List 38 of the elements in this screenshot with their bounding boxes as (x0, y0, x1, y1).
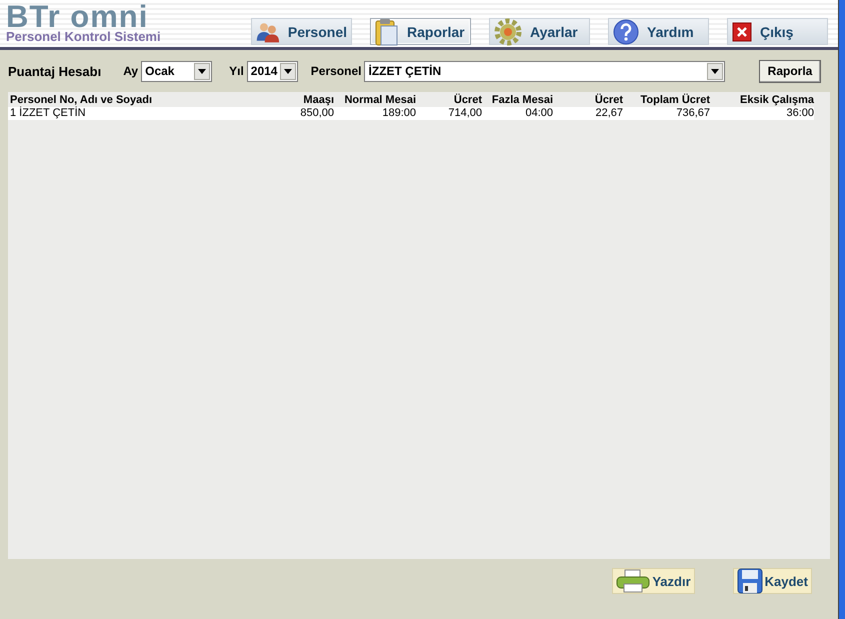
table-cell-text: 22,67 (594, 107, 623, 120)
column-header: Ücret (452, 94, 482, 107)
nav-tab[interactable]: Raporlar (370, 18, 471, 45)
month-dropdown[interactable]: Ocak (141, 60, 212, 82)
nav-tab[interactable]: Ayarlar (489, 18, 590, 45)
close-icon (732, 22, 752, 42)
column-header: Eksik Çalışma (739, 94, 814, 107)
column-header: Toplam Ücret (640, 94, 710, 107)
column-header: Ücret (594, 94, 623, 107)
clipboard-icon (375, 18, 399, 46)
year-dropdown[interactable]: 2014 (246, 60, 298, 82)
personnel-label: Personel (310, 64, 362, 78)
month-label: Ay (123, 64, 138, 78)
column-header: Fazla Mesai (490, 94, 553, 107)
help-icon (613, 18, 639, 44)
table-cell-text: 850,00 (299, 107, 334, 120)
table-cell-text: 714,00 (447, 107, 482, 120)
year-label: Yıl (229, 64, 244, 78)
action-button[interactable]: Kaydet (732, 568, 812, 594)
column-header: Personel No, Adı ve Soyadı (10, 94, 154, 106)
table-cell-text: 189:00 (381, 107, 416, 120)
report-button[interactable]: Raporla (759, 60, 821, 82)
nav-tab[interactable]: Personel (251, 18, 352, 45)
table-cell-text: 36:00 (785, 107, 814, 120)
printer-icon (616, 569, 650, 593)
gear-icon (494, 18, 522, 46)
app-subtitle: Personel Kontrol Sistemi (6, 30, 162, 44)
report-title: Puantaj Hesabı (8, 64, 102, 78)
column-header: Normal Mesai (343, 94, 416, 107)
personnel-dropdown[interactable]: İZZET ÇETİN (364, 60, 726, 82)
table-cell-text: 1 İZZET ÇETİN (10, 107, 87, 120)
nav-tab[interactable]: Yardım (608, 18, 709, 45)
table-cell-text: 736,67 (675, 107, 710, 120)
action-button[interactable]: Yazdır (612, 568, 695, 594)
column-header: Maaşı (302, 94, 334, 107)
table-cell-text: 04:00 (524, 107, 553, 120)
nav-tab[interactable]: Çıkış (727, 18, 828, 45)
app-logo: BTr omni (6, 4, 148, 30)
